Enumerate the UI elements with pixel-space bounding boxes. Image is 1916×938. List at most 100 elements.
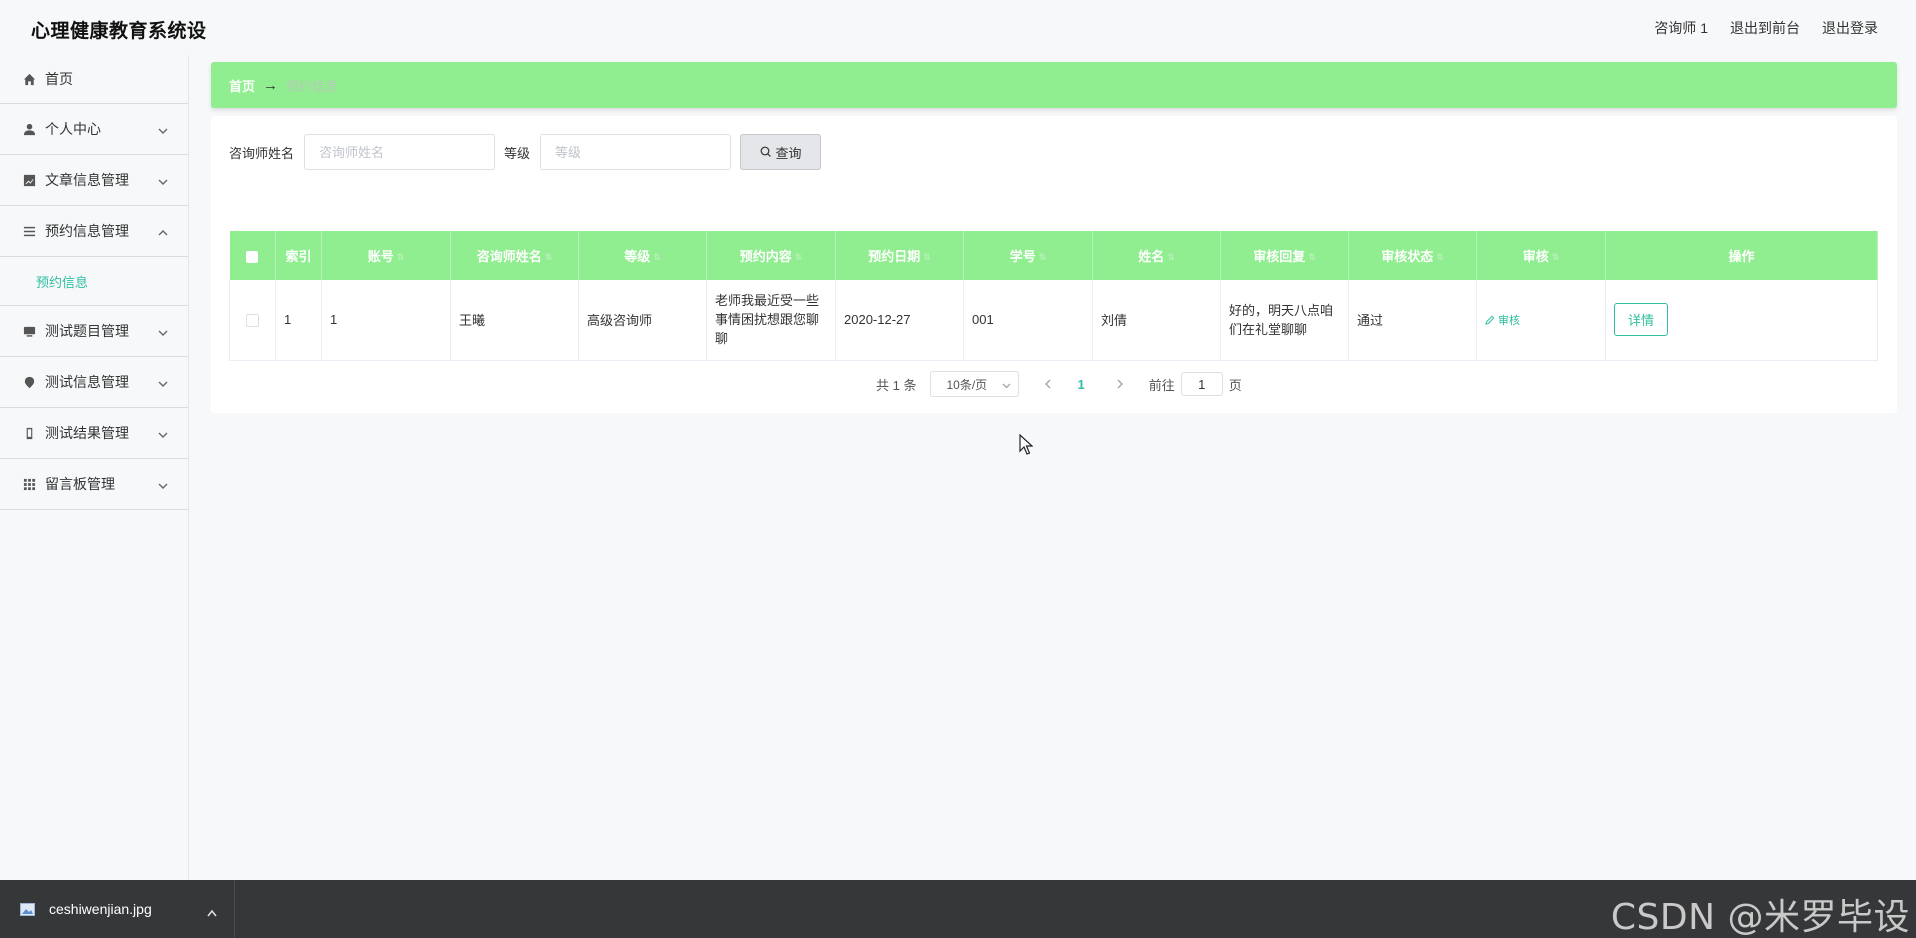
sort-icon[interactable]: ⇅ <box>795 252 803 263</box>
sidebar-item-label: 个人中心 <box>45 121 101 137</box>
breadcrumb-separator: → <box>263 76 279 94</box>
top-header: 心理健康教育系统设 咨询师 1 退出到前台 退出登录 <box>0 0 1916 55</box>
goto-label: 前往 <box>1148 377 1175 393</box>
sidebar-item-label: 测试结果管理 <box>45 425 129 441</box>
cell-student-no: 001 <box>963 280 1093 361</box>
sort-icon[interactable]: ⇅ <box>397 252 405 263</box>
sort-icon[interactable]: ⇅ <box>1167 252 1175 263</box>
watermark: CSDN @米罗毕设 <box>1610 897 1910 938</box>
sidebar-item-label: 首页 <box>45 71 73 87</box>
column-header[interactable]: 审核回复 ⇅ <box>1220 231 1349 280</box>
sidebar-item-appointments[interactable]: 预约信息管理 <box>0 206 188 257</box>
select-all-checkbox[interactable] <box>246 250 259 263</box>
sidebar-subitem-appointment-info[interactable]: 预约信息 <box>0 257 188 306</box>
chevron-down-icon <box>158 325 168 336</box>
column-header[interactable]: 预约日期 ⇅ <box>835 231 964 280</box>
query-button[interactable]: 查询 <box>740 134 822 170</box>
cell-counselor: 王曦 <box>450 280 579 361</box>
sidebar-item-test-results[interactable]: 测试结果管理 <box>0 408 188 459</box>
prev-page-button[interactable] <box>1041 377 1055 391</box>
sidebar-item-label: 文章信息管理 <box>45 172 129 188</box>
sort-icon[interactable]: ⇅ <box>1436 252 1444 263</box>
download-item[interactable]: ceshiwenjian.jpg <box>0 880 235 938</box>
column-header[interactable]: 审核 ⇅ <box>1476 231 1606 280</box>
audit-link-label: 审核 <box>1498 314 1520 327</box>
level-input[interactable] <box>540 134 732 170</box>
chevron-left-icon <box>1045 379 1051 389</box>
query-button-label: 查询 <box>775 145 802 161</box>
image-file-icon <box>20 902 35 916</box>
cell-status: 通过 <box>1348 280 1477 361</box>
sidebar-item-articles[interactable]: 文章信息管理 <box>0 155 188 206</box>
page-suffix: 页 <box>1228 377 1242 393</box>
phone-icon <box>22 426 36 440</box>
grid-icon <box>22 477 36 491</box>
chevron-down-icon <box>158 174 168 185</box>
sidebar: 首页 个人中心 文章信息管理 预约信息管理 预约信息 测试题目管理 测试信息管理… <box>0 55 189 880</box>
monitor-icon <box>22 324 36 338</box>
page-size-select[interactable]: 10条/页 <box>930 371 1020 397</box>
goto-page-input[interactable] <box>1180 372 1223 396</box>
sort-icon[interactable]: ⇅ <box>1308 252 1316 263</box>
column-header[interactable]: 审核状态 ⇅ <box>1348 231 1477 280</box>
select-all-header[interactable] <box>229 231 276 280</box>
logout-link[interactable]: 退出登录 <box>1822 18 1878 38</box>
chevron-up-icon[interactable] <box>207 904 217 917</box>
sidebar-item-test-info[interactable]: 测试信息管理 <box>0 357 188 408</box>
chevron-down-icon <box>158 478 168 489</box>
counselor-name-input[interactable] <box>304 134 496 170</box>
audit-link[interactable]: 审核 <box>1485 312 1520 328</box>
sort-icon[interactable]: ⇅ <box>653 252 661 263</box>
sort-icon[interactable]: ⇅ <box>923 252 931 263</box>
table-header-row: 索引 账号 ⇅ 咨询师姓名 ⇅ 等级 ⇅ 预约内容 ⇅ 预约日期 ⇅ 学号 ⇅ 姓名 ⇅ 审核… <box>229 231 1878 280</box>
sidebar-item-label: 测试题目管理 <box>45 323 129 339</box>
column-header: 操作 <box>1605 231 1878 280</box>
detail-button[interactable]: 详情 <box>1614 303 1668 337</box>
cell-name: 刘倩 <box>1092 280 1221 361</box>
sidebar-item-test-questions[interactable]: 测试题目管理 <box>0 306 188 357</box>
column-header[interactable]: 预约内容 ⇅ <box>706 231 836 280</box>
sidebar-item-personal[interactable]: 个人中心 <box>0 104 188 155</box>
sidebar-item-label: 预约信息管理 <box>45 223 129 239</box>
list-icon <box>22 224 36 238</box>
front-link[interactable]: 退出到前台 <box>1730 18 1800 38</box>
page-size-value: 10条/页 <box>946 377 988 392</box>
cell-content: 老师我最近受一些事情困扰想跟您聊聊 <box>706 280 836 361</box>
column-header[interactable]: 账号 ⇅ <box>321 231 451 280</box>
cell-reply: 好的，明天八点咱们在礼堂聊聊 <box>1220 280 1349 361</box>
chevron-down-icon <box>158 376 168 387</box>
chevron-down-icon <box>158 123 168 134</box>
column-header[interactable]: 姓名 ⇅ <box>1092 231 1221 280</box>
column-header[interactable]: 咨询师姓名 ⇅ <box>450 231 579 280</box>
table-row: 1 1 王曦 高级咨询师 老师我最近受一些事情困扰想跟您聊聊 2020-12-2… <box>229 280 1878 361</box>
user-label[interactable]: 咨询师 1 <box>1654 18 1708 38</box>
next-page-button[interactable] <box>1113 377 1127 391</box>
app-title: 心理健康教育系统设 <box>31 21 207 42</box>
column-header[interactable]: 等级 ⇅ <box>578 231 707 280</box>
cell-actions: 详情 <box>1605 280 1878 361</box>
sidebar-item-label: 留言板管理 <box>45 476 115 492</box>
row-select-cell[interactable] <box>229 280 276 361</box>
edit-icon <box>1485 315 1495 325</box>
sidebar-item-home[interactable]: 首页 <box>0 55 188 104</box>
breadcrumb: 首页 → 预约信息 <box>211 62 1897 108</box>
cell-level: 高级咨询师 <box>578 280 707 361</box>
cell-account: 1 <box>321 280 451 361</box>
sidebar-item-messages[interactable]: 留言板管理 <box>0 459 188 510</box>
counselor-name-label: 咨询师姓名 <box>229 145 295 161</box>
sort-icon[interactable]: ⇅ <box>1039 252 1047 263</box>
column-header[interactable]: 学号 ⇅ <box>963 231 1093 280</box>
cell-index: 1 <box>275 280 322 361</box>
top-links: 咨询师 1 退出到前台 退出登录 <box>1654 18 1878 38</box>
appointments-table: 索引 账号 ⇅ 咨询师姓名 ⇅ 等级 ⇅ 预约内容 ⇅ 预约日期 ⇅ 学号 ⇅ 姓名 ⇅ 审核… <box>229 231 1878 361</box>
row-checkbox[interactable] <box>246 314 259 328</box>
sort-icon[interactable]: ⇅ <box>545 252 553 263</box>
home-icon <box>22 72 36 86</box>
breadcrumb-home[interactable]: 首页 <box>229 76 255 95</box>
page-number[interactable]: 1 <box>1077 377 1084 392</box>
sort-icon[interactable]: ⇅ <box>1552 252 1560 263</box>
chevron-up-icon <box>158 225 168 236</box>
search-icon <box>760 146 771 157</box>
pin-icon <box>22 375 36 389</box>
download-filename: ceshiwenjian.jpg <box>49 901 152 917</box>
